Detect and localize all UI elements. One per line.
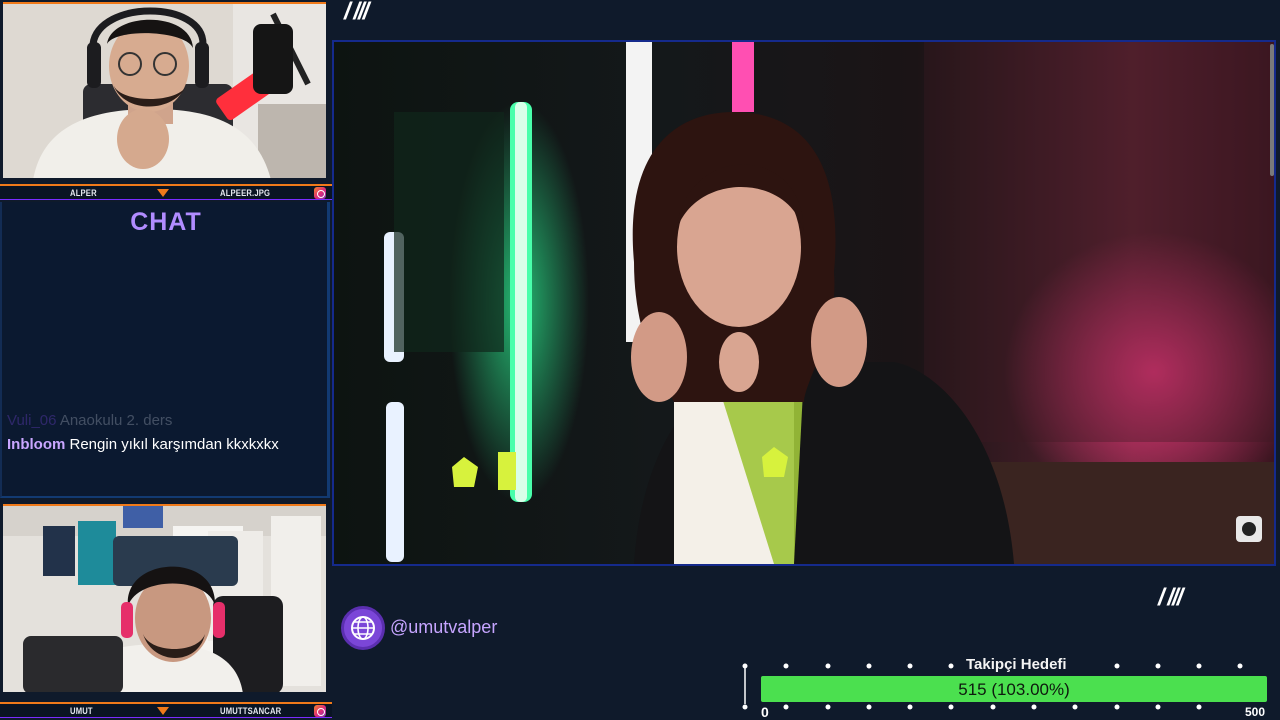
chat-text: Rengin yıkıl karşımdan kkxkxkx (69, 436, 279, 453)
instagram-icon (314, 705, 326, 717)
chat-message: Inbloom Rengin yıkıl karşımdan kkxkxkx (7, 436, 279, 453)
camera-handle: UMUTTSANCAR (220, 706, 282, 716)
chat-panel: CHAT Vuli_06 Anaokulu 2. ders Inbloom Re… (0, 202, 330, 498)
webcam-alper (3, 2, 326, 178)
camera-handle: ALPEER.JPG (220, 188, 271, 198)
webcam-umut (3, 504, 326, 692)
main-video (332, 40, 1276, 566)
chevron-down-icon (157, 189, 169, 197)
globe-icon-svg (351, 616, 375, 640)
follower-goal-bar: 515 (103.00%) (761, 676, 1267, 702)
video-scrollbar[interactable] (1270, 44, 1274, 176)
instagram-icon (314, 187, 326, 199)
decor-slashes-top: / /// (344, 0, 369, 25)
webcam-alper-image (3, 4, 326, 178)
video-scene (334, 42, 1274, 564)
social-handle: @umutvalper (390, 617, 498, 637)
camera-name: ALPER (70, 188, 97, 198)
follower-goal-min: 0 (761, 704, 769, 720)
follower-goal-value: 515 (103.00%) (958, 680, 1070, 699)
camera-namebar-top: ALPER ALPEER.JPG (0, 184, 332, 200)
chat-message: Vuli_06 Anaokulu 2. ders (7, 412, 172, 429)
chat-username: Vuli_06 (7, 412, 57, 429)
follower-goal-max: 500 (1245, 705, 1266, 719)
chevron-down-icon (157, 707, 169, 715)
decor-slashes-bottom: / /// (1158, 584, 1183, 611)
chat-title: CHAT (130, 208, 202, 236)
camera-name: UMUT (70, 706, 93, 716)
chat-text: Anaokulu 2. ders (59, 412, 173, 429)
webcam-umut-image (3, 506, 326, 692)
camera-namebar-bottom: UMUT UMUTTSANCAR (0, 702, 332, 718)
chat-username: Inbloom (7, 436, 66, 453)
globe-icon (341, 606, 385, 650)
